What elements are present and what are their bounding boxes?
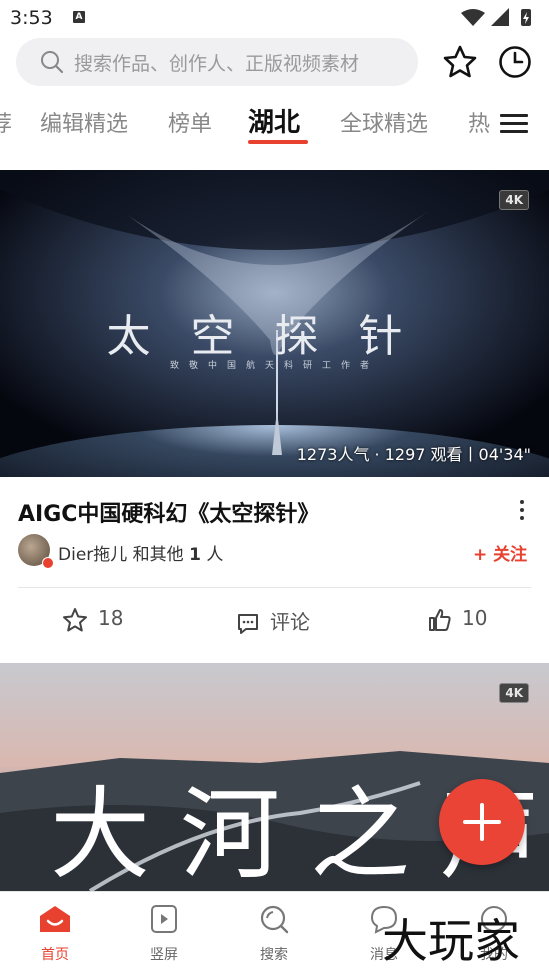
nav-home[interactable]: 首页 (25, 904, 85, 964)
notification-icon: A (73, 11, 85, 23)
plus-icon (463, 803, 501, 841)
search-placeholder: 搜索作品、创作人、正版视频素材 (74, 53, 360, 75)
author-suffix: 和其他 (127, 545, 190, 565)
author-suffix-end: 人 (200, 545, 224, 565)
video-stats: 1273人气 · 1297 观看丨04'34" (296, 445, 531, 464)
tab-hubei[interactable]: 湖北 (248, 102, 300, 139)
nav-search-label: 搜索 (260, 947, 288, 963)
author-name: Dier拖儿 (58, 545, 128, 565)
thumbs-up-icon (429, 608, 451, 631)
like-count: 10 (462, 606, 488, 630)
status-time: 3:53 (10, 7, 53, 29)
nav-search[interactable]: 搜索 (244, 904, 304, 964)
wifi-icon (461, 9, 485, 26)
history-clock-icon[interactable] (497, 44, 533, 80)
comment-button[interactable]: 评论 (236, 606, 310, 634)
search-icon (260, 905, 289, 934)
create-plus-button[interactable] (439, 779, 525, 865)
active-tab-indicator (248, 140, 308, 144)
watermark: 大玩家 (382, 914, 520, 968)
video-title[interactable]: AIGC中国硬科幻《太空探针》 (18, 496, 319, 528)
star-icon (63, 607, 87, 631)
favorite-button[interactable]: 18 (62, 606, 123, 634)
verified-badge-icon (42, 557, 54, 569)
more-options-icon[interactable] (516, 498, 528, 522)
status-icons (461, 8, 531, 26)
home-icon (40, 906, 70, 932)
top-header: 搜索作品、创作人、正版视频素材 荐 编辑精选 榜单 湖北 全球精选 热 (0, 36, 549, 158)
video-card: 4K 太空探针 致敬中国航天科研工作者 1273人气 · 1297 观看丨04'… (0, 158, 549, 651)
tab-hot[interactable]: 热 (468, 106, 490, 138)
signal-icon (491, 8, 509, 26)
divider (18, 587, 531, 588)
tab-global-picks[interactable]: 全球精选 (340, 106, 428, 138)
search-icon (41, 51, 64, 74)
status-bar: 3:53 A (0, 0, 549, 36)
comment-label: 评论 (270, 610, 310, 634)
favorite-count: 18 (98, 606, 124, 630)
overlay-title: 太空探针 (106, 311, 443, 362)
search-bar[interactable]: 搜索作品、创作人、正版视频素材 (16, 38, 418, 86)
overlay-subtitle: 致敬中国航天科研工作者 (169, 361, 379, 371)
video-thumbnail[interactable]: 4K 太空探针 致敬中国航天科研工作者 1273人气 · 1297 观看丨04'… (0, 170, 549, 477)
category-tabs: 荐 编辑精选 榜单 湖北 全球精选 热 (0, 94, 549, 152)
tab-menu-icon[interactable] (490, 108, 536, 138)
tab-recommend[interactable]: 荐 (0, 106, 12, 138)
favorites-star-icon[interactable] (442, 44, 478, 80)
nav-vertical-video[interactable]: 竖屏 (134, 904, 194, 964)
vertical-video-icon (151, 905, 177, 933)
tab-rankings[interactable]: 榜单 (168, 106, 212, 138)
like-button[interactable]: 10 (428, 606, 487, 634)
resolution-badge: 4K (499, 190, 529, 210)
follow-button[interactable]: + 关注 (473, 540, 527, 565)
resolution-badge: 4K (499, 683, 529, 703)
tab-editors-picks[interactable]: 编辑精选 (40, 106, 128, 138)
nav-vertical-label: 竖屏 (150, 947, 178, 963)
nav-home-label: 首页 (41, 947, 69, 963)
author-line[interactable]: Dier拖儿 和其他 1 人 (58, 540, 223, 565)
comment-icon (238, 613, 258, 634)
co-author-count: 1 (189, 545, 201, 565)
